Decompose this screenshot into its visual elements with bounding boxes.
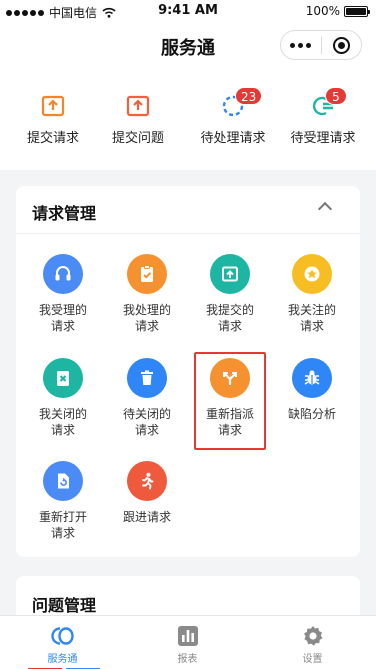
trash-icon	[127, 358, 167, 398]
service-icon	[50, 627, 74, 645]
grid-item-followed-requests[interactable]: 我关注的 请求	[270, 254, 354, 334]
grid-label: 我受理的 请求	[38, 303, 87, 333]
tab-label: 服务通	[47, 654, 78, 665]
miniprogram-capsule	[280, 30, 362, 60]
tab-label: 报表	[177, 654, 198, 665]
section-title: 问题管理	[32, 596, 97, 615]
pending-count-badge: 23	[235, 87, 263, 105]
grid-item-accepted-requests[interactable]: 我受理的 请求	[21, 254, 105, 334]
accept-count-badge: 5	[325, 87, 347, 105]
status-bar: 中国电信 9:41 AM 100%	[0, 0, 376, 22]
quick-label: 提交问题	[111, 131, 164, 146]
runner-icon	[127, 461, 167, 501]
quick-label: 提交请求	[26, 131, 79, 146]
grid-label: 我关注的 请求	[287, 303, 336, 333]
reopen-icon	[43, 461, 83, 501]
quick-pending-requests[interactable]: 23 待处理请求	[186, 87, 280, 146]
grid-item-handled-requests[interactable]: 我处理的 请求	[105, 254, 189, 334]
upload-box-icon	[41, 95, 65, 117]
nav-bar: 服务通	[0, 22, 376, 70]
grid-label: 跟进请求	[122, 510, 171, 524]
section-title: 请求管理	[32, 204, 97, 223]
grid-item-closed-requests[interactable]: 我关闭的 请求	[21, 358, 105, 438]
grid-label: 待关闭的 请求	[122, 407, 171, 437]
headset-icon	[43, 254, 83, 294]
upload-box-icon	[126, 95, 150, 117]
battery-percent: 100%	[305, 4, 340, 18]
bug-icon	[292, 358, 332, 398]
clipboard-check-icon	[127, 254, 167, 294]
grid-item-reopen-requests[interactable]: 重新打开 请求	[21, 461, 105, 541]
chevron-up-icon[interactable]	[317, 201, 333, 217]
grid-label: 我关闭的 请求	[38, 407, 87, 437]
quick-submit-issue[interactable]: 提交问题	[91, 90, 185, 146]
target-icon	[332, 36, 350, 54]
quick-to-accept-requests[interactable]: 5 待受理请求	[276, 87, 370, 146]
tab-label: 设置	[302, 654, 323, 665]
quick-label: 待受理请求	[290, 131, 356, 146]
close-doc-icon	[43, 358, 83, 398]
close-miniprogram-button[interactable]	[321, 36, 361, 54]
grid-item-follow-up-requests[interactable]: 跟进请求	[105, 461, 189, 525]
upload-icon	[210, 254, 250, 294]
grid-label: 缺陷分析	[287, 407, 336, 421]
tab-service[interactable]: 服务通	[0, 616, 125, 669]
chart-icon	[177, 626, 198, 646]
quick-label: 待处理请求	[200, 131, 266, 146]
grid-item-defect-analysis[interactable]: 缺陷分析	[270, 358, 354, 422]
grid-item-submitted-requests[interactable]: 我提交的 请求	[188, 254, 272, 334]
battery-icon	[344, 5, 370, 17]
quick-submit-request[interactable]: 提交请求	[6, 90, 100, 146]
quick-actions: 提交请求 提交问题 23 待处理请求 5 待受理请求	[0, 70, 376, 170]
tab-reports[interactable]: 报表	[125, 616, 250, 669]
star-icon	[292, 254, 332, 294]
grid-label: 我提交的 请求	[205, 303, 254, 333]
card-header[interactable]: 请求管理	[16, 186, 360, 234]
tab-bar: 服务通 报表 设置	[0, 615, 376, 669]
grid-label: 重新打开 请求	[38, 510, 87, 540]
tab-settings[interactable]: 设置	[250, 616, 375, 669]
grid-item-to-close-requests[interactable]: 待关闭的 请求	[105, 358, 189, 438]
gear-icon	[303, 626, 322, 646]
selection-highlight	[194, 352, 266, 450]
request-management-card: 请求管理 我受理的 请求 我处理的 请求 我提交的 请求 我关注的 请求 我关闭的 请求	[16, 186, 360, 557]
more-icon[interactable]	[281, 42, 321, 48]
grid-label: 我处理的 请求	[122, 303, 171, 333]
